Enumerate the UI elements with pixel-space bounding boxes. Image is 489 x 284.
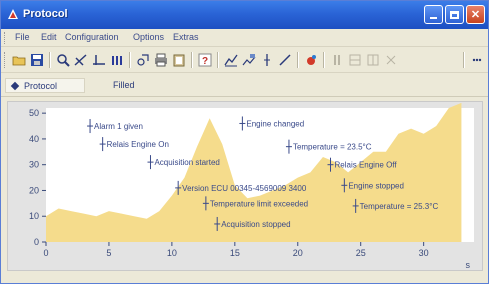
- window-title: Protocol: [23, 8, 68, 20]
- event-label: Version ECU 00345-4569009 3400: [182, 184, 307, 193]
- view-tabs: Protocol Filled: [1, 73, 488, 97]
- maximize-button[interactable]: [445, 5, 464, 24]
- open-folder-icon[interactable]: [11, 52, 27, 68]
- toolbar-separator: [323, 52, 325, 68]
- title-bar[interactable]: Protocol ✕: [1, 1, 488, 29]
- event-label: Temperature = 23.5°C: [293, 143, 372, 152]
- x-tick-label: 25: [356, 248, 366, 258]
- toolbar-separator: [463, 52, 465, 68]
- cursor-line-icon[interactable]: [91, 52, 107, 68]
- toolbar-separator: [129, 52, 131, 68]
- menu-bar: File Edit Configuration Options Extras: [1, 29, 488, 47]
- y-tick-label: 50: [29, 108, 39, 118]
- event-label: Engine changed: [246, 119, 304, 128]
- tab-label: Protocol: [24, 81, 58, 91]
- app-icon: [8, 9, 18, 19]
- copy-icon[interactable]: [135, 52, 151, 68]
- marker-icon[interactable]: [259, 52, 275, 68]
- clipboard-icon[interactable]: [171, 52, 187, 68]
- y-tick-label: 0: [34, 237, 39, 247]
- grid-icon[interactable]: [347, 52, 363, 68]
- color-icon[interactable]: [303, 52, 319, 68]
- x-tick-label: 10: [167, 248, 177, 258]
- measure-icon[interactable]: [73, 52, 89, 68]
- zoom-icon[interactable]: [55, 52, 71, 68]
- y-tick-label: 10: [29, 211, 39, 221]
- event-label: Acquisition stopped: [221, 220, 290, 229]
- toolbar-separator: [297, 52, 299, 68]
- event-label: Temperature limit exceeded: [210, 199, 308, 208]
- minimize-icon: [430, 17, 437, 19]
- x-tick-label: 20: [293, 248, 303, 258]
- y-tick-label: 20: [29, 185, 39, 195]
- filter-icon[interactable]: [365, 52, 381, 68]
- event-label: Acquisition started: [154, 158, 219, 167]
- chart-settings-icon[interactable]: [241, 52, 257, 68]
- overflow-icon[interactable]: [469, 52, 485, 68]
- print-icon[interactable]: [153, 52, 169, 68]
- svg-text:?: ?: [202, 56, 208, 67]
- help-icon[interactable]: ?: [197, 52, 213, 68]
- bars-icon[interactable]: [109, 52, 125, 68]
- event-label: Temperature = 25.3°C: [360, 202, 439, 211]
- toolbar: ?: [1, 47, 488, 73]
- toolbar-grip[interactable]: [4, 52, 7, 68]
- menu-options[interactable]: Options: [133, 32, 164, 42]
- toolbar-separator: [191, 52, 193, 68]
- tab-label: Filled: [113, 80, 135, 90]
- x-tick-label: 30: [419, 248, 429, 258]
- toolbar-separator: [49, 52, 51, 68]
- chart-icon[interactable]: [223, 52, 239, 68]
- menu-file[interactable]: File: [15, 32, 30, 42]
- event-label: Relais Engine Off: [334, 161, 397, 170]
- save-icon[interactable]: [29, 52, 45, 68]
- chart-area: 0 10 20 30 40 50 0 5 10 15 20 25 30 s Alarm 1 given Rel…: [7, 101, 483, 271]
- menu-edit[interactable]: Edit: [41, 32, 57, 42]
- x-axis-unit: s: [466, 260, 471, 270]
- x-tick-label: 0: [43, 248, 48, 258]
- x-tick-label: 5: [106, 248, 111, 258]
- y-tick-label: 40: [29, 134, 39, 144]
- tab-filled[interactable]: Filled: [93, 78, 153, 93]
- diamond-icon: [10, 81, 20, 91]
- toolbar-separator: [217, 52, 219, 68]
- event-label: Engine stopped: [348, 181, 404, 190]
- more-icon[interactable]: [383, 52, 399, 68]
- x-tick-label: 15: [230, 248, 240, 258]
- y-tick-label: 30: [29, 160, 39, 170]
- menu-configuration[interactable]: Configuration: [65, 32, 119, 42]
- protocol-window: Protocol ✕ File Edit Configuration Optio…: [0, 0, 489, 284]
- tab-protocol[interactable]: Protocol: [5, 78, 85, 93]
- menu-grip[interactable]: [4, 32, 7, 44]
- close-icon: ✕: [470, 9, 481, 21]
- pause-icon[interactable]: [329, 52, 345, 68]
- event-label: Alarm 1 given: [94, 122, 143, 131]
- area-chart: 0 10 20 30 40 50 0 5 10 15 20 25 30 s Alarm 1 given Rel…: [29, 102, 474, 270]
- close-button[interactable]: ✕: [466, 5, 485, 24]
- maximize-icon: [450, 10, 459, 19]
- event-label: Relais Engine On: [107, 140, 169, 149]
- minimize-button[interactable]: [424, 5, 443, 24]
- line-icon[interactable]: [277, 52, 293, 68]
- menu-extras[interactable]: Extras: [173, 32, 199, 42]
